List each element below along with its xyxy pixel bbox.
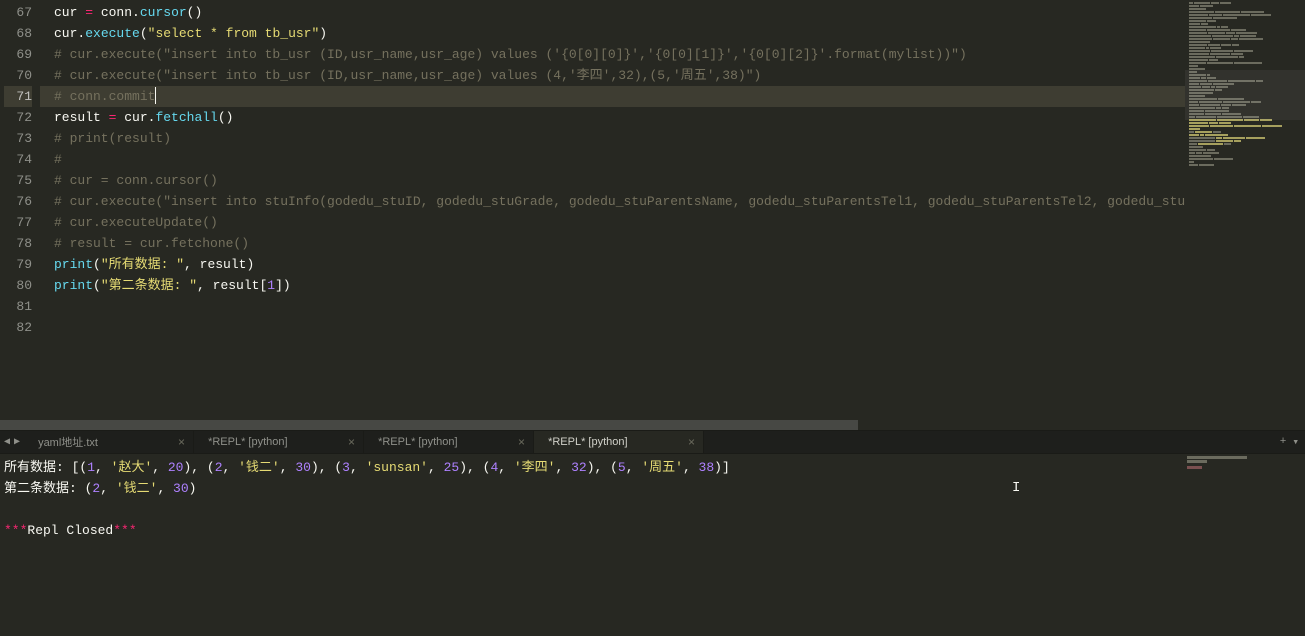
code-line[interactable]: print("第二条数据: ", result[1]) bbox=[40, 275, 1185, 296]
line-number: 81 bbox=[4, 296, 32, 317]
text-cursor bbox=[155, 87, 156, 104]
code-line[interactable]: result = cur.fetchall() bbox=[40, 107, 1185, 128]
line-number: 73 bbox=[4, 128, 32, 149]
new-tab-icon[interactable]: + bbox=[1280, 436, 1287, 448]
code-line[interactable] bbox=[40, 317, 1185, 338]
line-number: 67 bbox=[4, 2, 32, 23]
output-tab[interactable]: *REPL* [python] × bbox=[534, 431, 704, 453]
repl-output[interactable]: I 所有数据: [(1, '赵大', 20), (2, '钱二', 30), (… bbox=[0, 454, 1185, 636]
line-number: 77 bbox=[4, 212, 32, 233]
editor-pane: 67686970717273747576777879808182 cur = c… bbox=[0, 0, 1305, 420]
code-line[interactable]: # cur = conn.cursor() bbox=[40, 170, 1185, 191]
line-number: 75 bbox=[4, 170, 32, 191]
code-line[interactable]: # cur.executeUpdate() bbox=[40, 212, 1185, 233]
line-number-gutter: 67686970717273747576777879808182 bbox=[0, 0, 40, 420]
line-number: 76 bbox=[4, 191, 32, 212]
line-number: 80 bbox=[4, 275, 32, 296]
line-number: 70 bbox=[4, 65, 32, 86]
tab-nav: ◀ ▶ bbox=[0, 431, 24, 453]
repl-closed-message: ***Repl Closed*** bbox=[4, 520, 1181, 541]
minimap[interactable] bbox=[1185, 0, 1305, 420]
output-line: 所有数据: [(1, '赵大', 20), (2, '钱二', 30), (3,… bbox=[4, 457, 1181, 478]
line-number: 68 bbox=[4, 23, 32, 44]
code-line[interactable]: cur = conn.cursor() bbox=[40, 2, 1185, 23]
text-cursor-icon: I bbox=[1012, 478, 1020, 499]
tab-dropdown-icon[interactable]: ▾ bbox=[1292, 435, 1299, 449]
code-line[interactable] bbox=[40, 296, 1185, 317]
tab-label: yaml地址.txt bbox=[38, 434, 98, 450]
output-tab[interactable]: *REPL* [python] × bbox=[194, 431, 364, 453]
output-tabbar: ◀ ▶ yaml地址.txt×*REPL* [python]×*REPL* [p… bbox=[0, 430, 1305, 454]
tab-label: *REPL* [python] bbox=[548, 436, 628, 448]
code-area[interactable]: cur = conn.cursor()cur.execute("select *… bbox=[40, 0, 1185, 420]
line-number: 72 bbox=[4, 107, 32, 128]
minimap-viewport[interactable] bbox=[1185, 70, 1305, 120]
close-icon[interactable]: × bbox=[688, 435, 695, 449]
code-line[interactable]: # cur.execute("insert into tb_usr (ID,us… bbox=[40, 65, 1185, 86]
output-line: 第二条数据: (2, '钱二', 30) bbox=[4, 478, 1181, 499]
close-icon[interactable]: × bbox=[178, 435, 185, 449]
code-line[interactable]: cur.execute("select * from tb_usr") bbox=[40, 23, 1185, 44]
tab-next-icon[interactable]: ▶ bbox=[14, 436, 20, 448]
code-line[interactable]: # result = cur.fetchone() bbox=[40, 233, 1185, 254]
close-icon[interactable]: × bbox=[518, 435, 525, 449]
horizontal-scrollbar[interactable] bbox=[0, 420, 1305, 430]
tab-label: *REPL* [python] bbox=[378, 436, 458, 448]
code-line[interactable]: # bbox=[40, 149, 1185, 170]
output-tab[interactable]: *REPL* [python] × bbox=[364, 431, 534, 453]
output-pane: I 所有数据: [(1, '赵大', 20), (2, '钱二', 30), (… bbox=[0, 454, 1305, 636]
tab-label: *REPL* [python] bbox=[208, 436, 288, 448]
line-number: 74 bbox=[4, 149, 32, 170]
code-line[interactable]: # cur.execute("insert into tb_usr (ID,us… bbox=[40, 44, 1185, 65]
output-tab[interactable]: yaml地址.txt × bbox=[24, 431, 194, 453]
code-line[interactable]: # conn.commit bbox=[40, 86, 1185, 107]
output-minimap[interactable] bbox=[1185, 454, 1305, 636]
line-number: 78 bbox=[4, 233, 32, 254]
line-number: 79 bbox=[4, 254, 32, 275]
horizontal-scrollbar-thumb[interactable] bbox=[0, 420, 858, 430]
code-line[interactable]: print("所有数据: ", result) bbox=[40, 254, 1185, 275]
close-icon[interactable]: × bbox=[348, 435, 355, 449]
line-number: 69 bbox=[4, 44, 32, 65]
code-line[interactable]: # cur.execute("insert into stuInfo(goded… bbox=[40, 191, 1185, 212]
tab-prev-icon[interactable]: ◀ bbox=[4, 436, 10, 448]
line-number: 71 bbox=[4, 86, 32, 107]
code-line[interactable]: # print(result) bbox=[40, 128, 1185, 149]
line-number: 82 bbox=[4, 317, 32, 338]
